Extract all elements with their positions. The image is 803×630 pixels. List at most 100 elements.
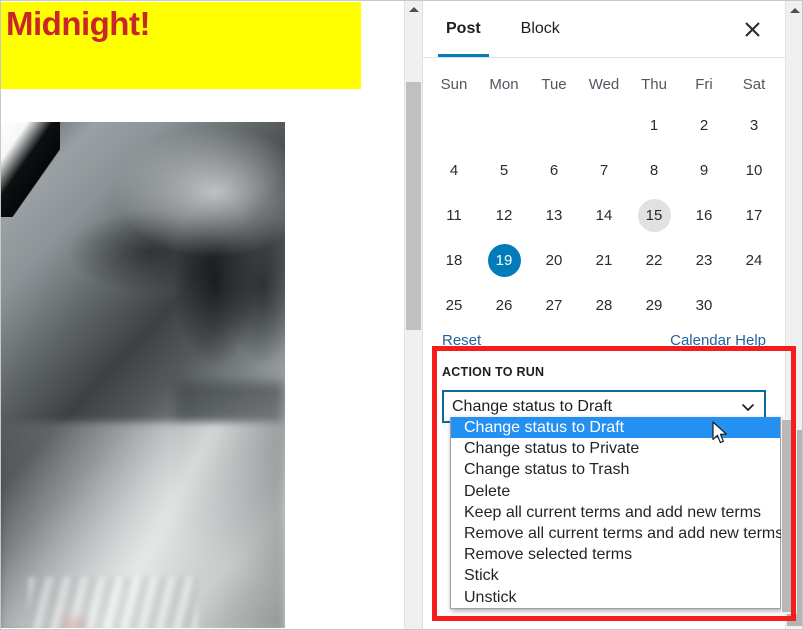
calendar-weekday-sun: Sun	[440, 76, 468, 93]
calendar-day-label: 22	[645, 252, 663, 269]
calendar-day-label: 20	[545, 252, 563, 269]
image-texture	[28, 577, 198, 628]
calendar-day-6[interactable]: 6	[529, 148, 579, 193]
calendar-day-label: 21	[595, 252, 613, 269]
calendar-day-25[interactable]: 25	[429, 283, 479, 328]
calendar-day-label: 9	[699, 162, 709, 179]
calendar-day-label: 14	[595, 207, 613, 224]
scrollbar-thumb[interactable]	[406, 82, 421, 330]
calendar-day-label: 11	[446, 207, 462, 224]
calendar-day-label: 27	[545, 297, 563, 314]
calendar-day-14[interactable]: 14	[579, 193, 629, 238]
calendar-weekday-thu: Thu	[641, 76, 667, 93]
close-icon	[744, 21, 760, 37]
calendar-empty-cell	[479, 103, 529, 148]
dropdown-option-5[interactable]: Remove all current terms and add new ter…	[451, 523, 783, 544]
dropdown-option-7[interactable]: Stick	[451, 565, 780, 586]
triangle-up-icon	[408, 6, 419, 12]
action-to-run-dropdown-list[interactable]: Change status to Draft Change status to P…	[450, 417, 783, 609]
post-image[interactable]	[0, 122, 285, 628]
calendar-day-label: 23	[695, 252, 713, 269]
calendar-day-label: 4	[449, 162, 459, 179]
calendar-day-label: 6	[549, 162, 559, 179]
heading-text: Midnight!	[6, 5, 150, 42]
calendar-day-8[interactable]: 8	[629, 148, 679, 193]
action-to-run-label: ACTION TO RUN	[442, 365, 545, 379]
calendar-empty-cell	[429, 103, 479, 148]
calendar-day-9[interactable]: 9	[679, 148, 729, 193]
calendar-day-27[interactable]: 27	[529, 283, 579, 328]
calendar-day-16[interactable]: 16	[679, 193, 729, 238]
calendar-day-2[interactable]: 2	[679, 103, 729, 148]
yellow-heading-block[interactable]: Midnight!	[0, 2, 361, 89]
calendar-day-21[interactable]: 21	[579, 238, 629, 283]
calendar-day-12[interactable]: 12	[479, 193, 529, 238]
calendar-day-label: 25	[445, 297, 463, 314]
dropdown-option-3[interactable]: Delete	[451, 481, 780, 502]
calendar-day-label: 17	[745, 207, 763, 224]
triangle-up-icon	[789, 7, 800, 13]
calendar-day-label: 10	[745, 162, 763, 179]
calendar-day-label: 18	[445, 252, 463, 269]
window-scroll-up-button[interactable]	[786, 1, 803, 19]
tab-post[interactable]: Post	[438, 0, 489, 57]
calendar-day-4[interactable]: 4	[429, 148, 479, 193]
calendar-day-10[interactable]: 10	[729, 148, 779, 193]
calendar-day-24[interactable]: 24	[729, 238, 779, 283]
tab-block[interactable]: Block	[519, 0, 562, 57]
dropdown-option-4[interactable]: Keep all current terms and add new terms	[451, 502, 780, 523]
tab-post-label: Post	[446, 19, 481, 37]
calendar-day-label: 5	[499, 162, 509, 179]
action-to-run-selected-value: Change status to Draft	[452, 397, 613, 415]
calendar-day-label: 19	[487, 244, 521, 277]
calendar-day-26[interactable]: 26	[479, 283, 529, 328]
calendar-day-label: 30	[695, 297, 713, 314]
calendar-help-link[interactable]: Calendar Help	[670, 332, 766, 349]
calendar-day-grid: 1 2 3 4 5 6 7 8 9 10 11 12 13 14 15 16 17 18 19 20 21 22 23 24 2…	[429, 103, 779, 328]
calendar-day-3[interactable]: 3	[729, 103, 779, 148]
calendar-day-28[interactable]: 28	[579, 283, 629, 328]
calendar-empty-cell	[529, 103, 579, 148]
calendar-day-label: 29	[645, 297, 663, 314]
scroll-up-button[interactable]	[405, 0, 422, 18]
calendar-day-20[interactable]: 20	[529, 238, 579, 283]
calendar-day-label: 8	[649, 162, 659, 179]
dropdown-option-6[interactable]: Remove selected terms	[451, 544, 780, 565]
calendar-day-23[interactable]: 23	[679, 238, 729, 283]
calendar-day-11[interactable]: 11	[429, 193, 479, 238]
calendar-day-1[interactable]: 1	[629, 103, 679, 148]
calendar-day-29[interactable]: 29	[629, 283, 679, 328]
calendar-weekday-header: Sun Mon Tue Wed Thu Fri Sat	[429, 70, 779, 103]
calendar-day-15[interactable]: 15	[629, 193, 679, 238]
dropdown-scrollbar[interactable]	[781, 418, 797, 614]
close-sidebar-button[interactable]	[735, 12, 769, 46]
image-warm-spot	[55, 612, 93, 628]
editor-scrollbar[interactable]	[404, 0, 422, 630]
post-editor-canvas: Midnight!	[0, 0, 404, 630]
calendar-day-30[interactable]: 30	[679, 283, 729, 328]
reset-link[interactable]: Reset	[442, 332, 481, 349]
calendar-day-label: 28	[595, 297, 613, 314]
calendar-day-18[interactable]: 18	[429, 238, 479, 283]
calendar-day-13[interactable]: 13	[529, 193, 579, 238]
calendar-day-label: 15	[637, 199, 671, 232]
calendar-day-7[interactable]: 7	[579, 148, 629, 193]
app-window: Midnight! Post Block Sun Mon Tue Wed Thu…	[0, 0, 803, 630]
calendar-day-label: 24	[745, 252, 763, 269]
calendar-day-22[interactable]: 22	[629, 238, 679, 283]
action-to-run-section: ACTION TO RUN Change status to Draft	[423, 351, 785, 423]
calendar-day-label: 13	[545, 207, 563, 224]
calendar-day-label: 16	[695, 207, 713, 224]
calendar-day-5[interactable]: 5	[479, 148, 529, 193]
dropdown-option-0[interactable]: Change status to Draft	[451, 417, 780, 439]
dropdown-scrollbar-thumb[interactable]	[782, 420, 796, 612]
calendar-day-label: 1	[649, 117, 659, 134]
dropdown-option-1[interactable]: Change status to Private	[451, 438, 780, 459]
tab-block-label: Block	[520, 19, 560, 37]
dropdown-option-2[interactable]: Change status to Trash	[451, 459, 780, 480]
calendar-day-17[interactable]: 17	[729, 193, 779, 238]
calendar-weekday-fri: Fri	[695, 76, 713, 93]
calendar-day-label: 26	[495, 297, 513, 314]
calendar-day-19[interactable]: 19	[479, 238, 529, 283]
dropdown-option-8[interactable]: Unstick	[451, 587, 780, 608]
